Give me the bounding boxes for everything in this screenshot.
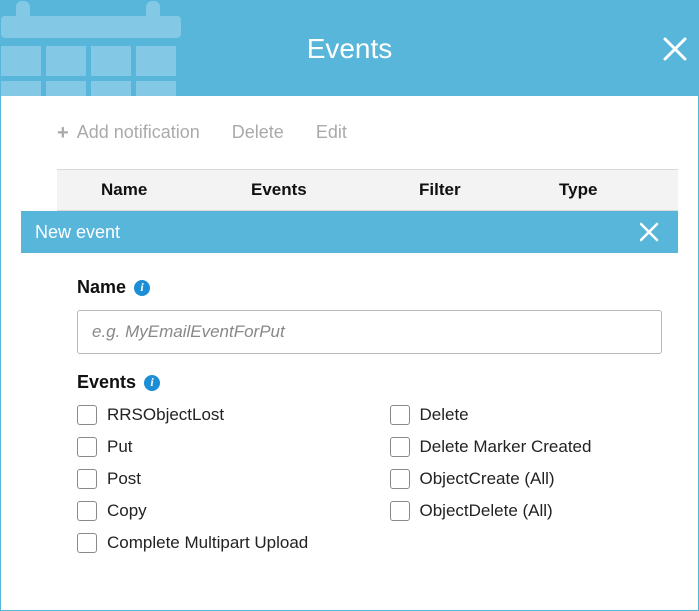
edit-button[interactable]: Edit [316,122,347,143]
checkbox-icon [77,437,97,457]
checkbox-label: Put [107,437,133,457]
info-icon[interactable]: i [144,375,160,391]
add-notification-button[interactable]: + Add notification [57,122,200,143]
add-notification-label: Add notification [77,122,200,143]
modal-close-button[interactable] [662,36,688,62]
event-checkbox-rrsobjectlost[interactable]: RRSObjectLost [77,405,350,425]
close-icon [662,36,688,62]
checkbox-label: ObjectDelete (All) [420,501,553,521]
checkbox-icon [77,405,97,425]
checkbox-label: Delete [420,405,469,425]
col-events: Events [251,180,419,200]
name-label-row: Name i [77,277,662,298]
table-header-row: Name Events Filter Type [57,169,678,211]
checkbox-label: Complete Multipart Upload [107,533,308,553]
delete-label: Delete [232,122,284,143]
checkbox-label: Post [107,469,141,489]
name-input[interactable] [77,310,662,354]
event-checkbox-delete[interactable]: Delete [390,405,663,425]
name-label: Name [77,277,126,298]
modal-header: Events [1,1,698,96]
info-icon[interactable]: i [134,280,150,296]
new-event-form: Name i Events i RRSObjectLost Put [1,253,698,553]
event-checkbox-complete-multipart-upload[interactable]: Complete Multipart Upload [77,533,350,553]
delete-button[interactable]: Delete [232,122,284,143]
checkbox-icon [77,469,97,489]
event-checkbox-objectcreate-all[interactable]: ObjectCreate (All) [390,469,663,489]
edit-label: Edit [316,122,347,143]
new-event-close-button[interactable] [638,221,660,243]
events-col-right: Delete Delete Marker Created ObjectCreat… [390,405,663,553]
checkbox-label: Copy [107,501,147,521]
event-checkbox-delete-marker-created[interactable]: Delete Marker Created [390,437,663,457]
checkbox-icon [77,501,97,521]
event-checkbox-copy[interactable]: Copy [77,501,350,521]
col-name: Name [101,180,251,200]
events-label: Events [77,372,136,393]
events-label-row: Events i [77,372,662,393]
col-filter: Filter [419,180,559,200]
checkbox-label: ObjectCreate (All) [420,469,555,489]
checkbox-icon [390,437,410,457]
event-checkbox-objectdelete-all[interactable]: ObjectDelete (All) [390,501,663,521]
checkbox-icon [390,501,410,521]
new-event-title: New event [35,222,120,243]
events-modal: Events + Add notification Delete Edit Na… [0,0,699,611]
events-checkbox-grid: RRSObjectLost Put Post Copy Complete Mul… [77,405,662,553]
plus-icon: + [57,123,69,143]
checkbox-icon [390,405,410,425]
new-event-panel-header: New event [21,211,678,253]
toolbar: + Add notification Delete Edit [1,96,698,169]
checkbox-icon [390,469,410,489]
checkbox-label: RRSObjectLost [107,405,224,425]
checkbox-label: Delete Marker Created [420,437,592,457]
col-type: Type [559,180,659,200]
events-col-left: RRSObjectLost Put Post Copy Complete Mul… [77,405,350,553]
event-checkbox-post[interactable]: Post [77,469,350,489]
checkbox-icon [77,533,97,553]
modal-title: Events [307,33,393,65]
events-table: Name Events Filter Type [57,169,678,211]
close-icon [638,221,660,243]
event-checkbox-put[interactable]: Put [77,437,350,457]
